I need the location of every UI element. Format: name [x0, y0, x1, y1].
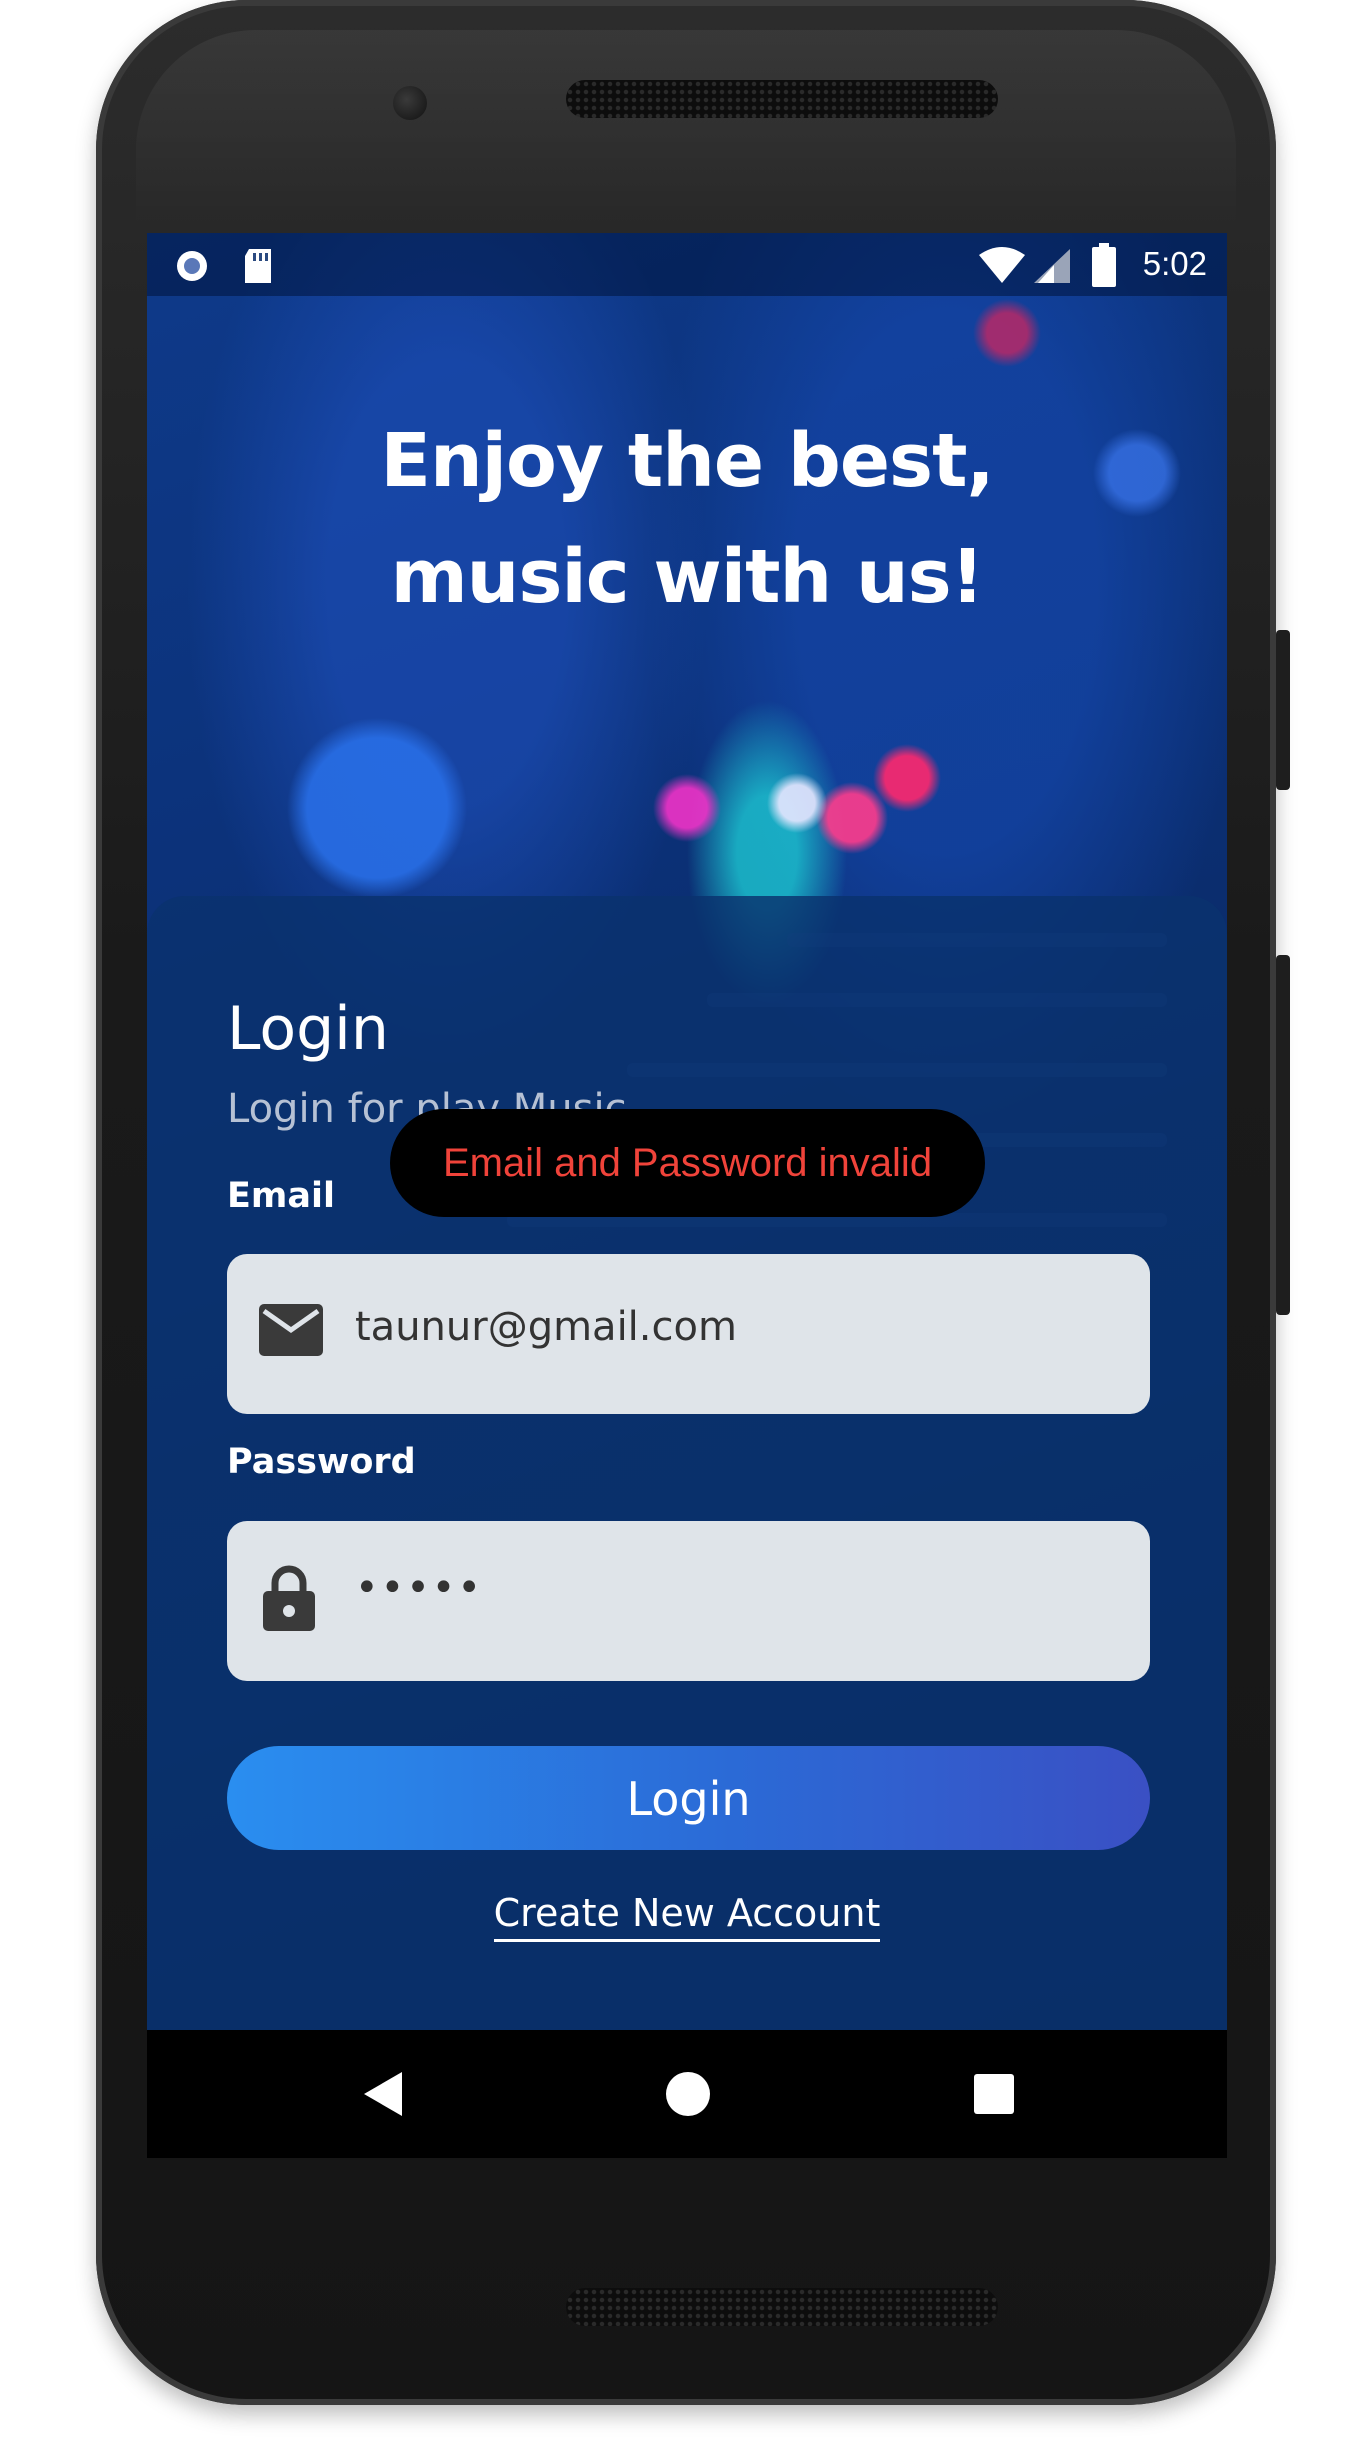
login-card: Login Login for play Music Email taunur@… — [147, 896, 1227, 2038]
recents-icon[interactable] — [972, 2072, 1016, 2116]
mail-icon — [259, 1304, 323, 1356]
front-camera — [393, 86, 427, 120]
sd-card-icon — [245, 249, 271, 283]
cellular-signal-icon — [1034, 249, 1070, 283]
hero-headline: Enjoy the best, music with us! — [147, 403, 1227, 635]
error-toast: Email and Password invalid — [390, 1109, 985, 1217]
hero-line-1: Enjoy the best, — [380, 418, 994, 504]
bottom-speaker — [566, 2288, 998, 2326]
volume-button — [1276, 955, 1290, 1315]
battery-icon — [1092, 243, 1116, 287]
navigation-bar — [147, 2030, 1227, 2158]
login-title: Login — [227, 994, 389, 1064]
email-label: Email — [227, 1176, 335, 1216]
password-field[interactable]: ••••• — [227, 1521, 1150, 1681]
password-value: ••••• — [355, 1565, 483, 1611]
hero-line-2: music with us! — [390, 534, 985, 620]
top-speaker — [566, 80, 998, 118]
wifi-icon — [979, 247, 1025, 283]
create-account-container: Create New Account — [147, 1891, 1227, 1942]
create-account-link[interactable]: Create New Account — [493, 1891, 881, 1942]
login-button[interactable]: Login — [227, 1746, 1150, 1850]
status-bar: 5:02 — [147, 233, 1227, 296]
circle-notification-icon — [177, 251, 207, 281]
lock-icon — [263, 1565, 315, 1631]
back-icon[interactable] — [362, 2070, 406, 2118]
home-icon[interactable] — [664, 2070, 712, 2118]
clock: 5:02 — [1142, 245, 1207, 282]
phone-gloss — [136, 30, 1236, 230]
screen: 5:02 Enjoy the best, music with us! Logi… — [147, 233, 1227, 2158]
email-field[interactable]: taunur@gmail.com — [227, 1254, 1150, 1414]
password-label: Password — [227, 1442, 416, 1482]
email-value: taunur@gmail.com — [355, 1304, 737, 1350]
power-button — [1276, 630, 1290, 790]
